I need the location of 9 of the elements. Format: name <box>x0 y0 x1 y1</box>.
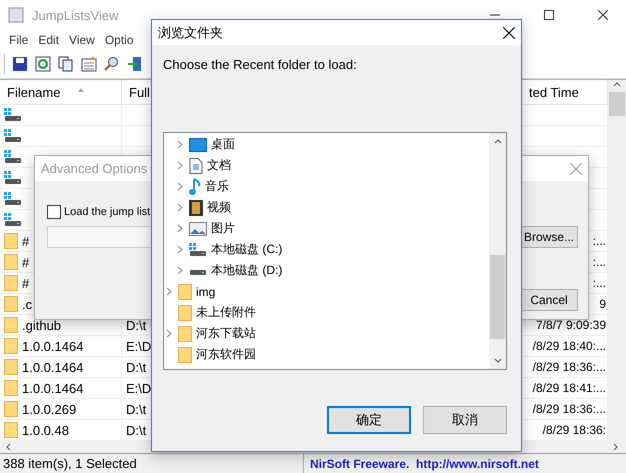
window-title: JumpListsView <box>32 8 120 22</box>
dialog-title: 浏览文件夹 <box>158 24 223 42</box>
prompt-text: Choose the Recent folder to load: <box>163 57 358 72</box>
table-cell: 1.0.0.1464 <box>0 357 122 378</box>
status-text: 388 item(s), 1 Selected <box>0 454 304 473</box>
table-cell: 1.0.0.269 <box>0 399 122 420</box>
table-cell: 1.0.0.1464 <box>0 336 122 357</box>
table-cell: 1.0.0.1464 <box>0 378 122 399</box>
dialog-title: Advanced Options <box>41 161 148 176</box>
